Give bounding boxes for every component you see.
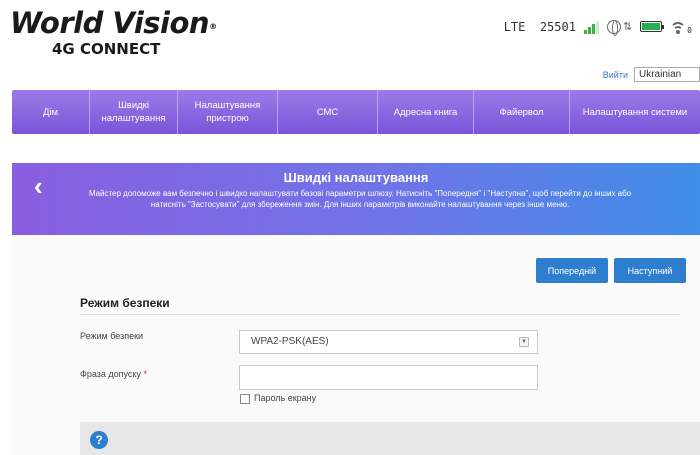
- previous-button[interactable]: Попередній: [536, 258, 608, 283]
- passphrase-input[interactable]: [239, 365, 538, 390]
- main-nav: Дім Швидкі налаштування Налаштування при…: [12, 90, 700, 134]
- help-bar: ?: [80, 422, 700, 455]
- globe-icon: [606, 19, 621, 36]
- security-mode-value: WPA2-PSK(AES): [251, 336, 329, 347]
- page-title: Швидкі налаштування: [283, 170, 429, 185]
- logout-link[interactable]: Вийти: [603, 70, 628, 80]
- wifi-icon: [670, 20, 687, 34]
- show-password-label: Пароль екрану: [254, 393, 317, 403]
- status-bar: LTE 25501 ⇅ 0: [503, 18, 692, 36]
- nav-firewall[interactable]: Файервол: [474, 90, 570, 134]
- brand-subtitle: 4G CONNECT: [52, 40, 161, 58]
- security-mode-select[interactable]: WPA2-PSK(AES) ▼: [239, 330, 538, 354]
- back-arrow-icon[interactable]: ‹: [34, 171, 43, 202]
- page-banner: ‹ Швидкі налаштування Майстер допоможе в…: [12, 163, 700, 235]
- nav-device-settings[interactable]: Налаштування пристрою: [178, 90, 278, 134]
- data-transfer-icon: ⇅: [622, 21, 633, 33]
- nav-quick-setup[interactable]: Швидкі налаштування: [90, 90, 178, 134]
- section-title: Режим безпеки: [80, 296, 170, 310]
- language-select[interactable]: Ukrainian: [634, 67, 700, 82]
- chevron-down-icon: ▼: [519, 337, 529, 347]
- nav-system-settings[interactable]: Налаштування системи: [570, 90, 700, 134]
- show-password-checkbox[interactable]: [240, 394, 250, 404]
- battery-icon: [640, 21, 665, 32]
- nav-phonebook[interactable]: Адресна книга: [378, 90, 474, 134]
- wifi-clients-count: 0: [687, 26, 692, 35]
- passphrase-label: Фраза допуску *: [80, 369, 147, 379]
- signal-strength-icon: [583, 20, 599, 34]
- brand-name: World Vision®: [10, 6, 217, 40]
- next-button[interactable]: Наступний: [614, 258, 686, 283]
- question-icon[interactable]: ?: [90, 431, 108, 449]
- nav-sms[interactable]: СМС: [278, 90, 378, 134]
- page-description: Майстер допоможе вам безпечно і швидко н…: [88, 189, 632, 209]
- security-mode-label: Режим безпеки: [80, 331, 144, 341]
- required-mark: *: [143, 369, 147, 379]
- nav-home[interactable]: Дім: [12, 90, 90, 134]
- header-actions: Вийти Ukrainian: [603, 67, 700, 82]
- network-type: LTE 25501: [503, 19, 576, 34]
- section-divider: [80, 314, 680, 315]
- brand-logo: World Vision® 4G CONNECT: [10, 6, 217, 58]
